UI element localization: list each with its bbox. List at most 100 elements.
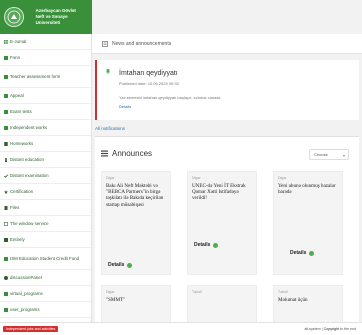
page-topbar: News and announcements <box>92 34 362 54</box>
all-notifications-link[interactable]: All notifications <box>95 126 125 131</box>
announcement-text: UNEC-də Yeni İT Ekstrak Qəmər Xətti Isti… <box>192 183 246 202</box>
document-icon <box>102 40 108 47</box>
announcements-panel: Announces Choose ▾ Digər Bakı Ali Neft M… <box>95 136 359 329</box>
status-dot <box>309 250 315 256</box>
announcement-category: Digər <box>278 176 287 180</box>
list-icon <box>101 150 108 157</box>
check-icon <box>4 174 8 178</box>
sidebar-item-label: Homeworks <box>10 140 34 146</box>
sidebar-item-label: Appeal <box>10 92 24 98</box>
footer-company[interactable]: all-system <box>304 327 320 331</box>
sidebar-item-exam-tests[interactable]: Exam tests <box>0 104 91 120</box>
sidebar-item-certification[interactable]: Certification <box>0 184 91 200</box>
sidebar-item-credit-fund[interactable]: ISM Education Student Credit Fund <box>0 248 91 270</box>
exam-notification-card[interactable]: İmtahan qeydiyyatı Published date: 10.06… <box>95 60 359 120</box>
sidebar-item-label: E-Jurnal <box>10 38 27 44</box>
list-icon <box>4 237 8 242</box>
logo-icon <box>7 10 21 24</box>
sidebar-item-user-programs[interactable]: user_programs <box>0 302 91 318</box>
announcement-category: Təhsil <box>278 290 288 294</box>
footer-copyright: all-system | Copyright to the end <box>304 327 356 331</box>
notification-title: İmtahan qeydiyyatı <box>119 70 178 77</box>
filter-value: Choose <box>314 152 328 157</box>
sidebar-item-discussion-panel[interactable]: discussionPanel <box>0 270 91 286</box>
footer-copyright-tail: to the end <box>340 327 356 331</box>
sidebar-item-label: The window service <box>10 220 49 226</box>
announcement-text: Yeni abunə olunmuş bazalar barədə <box>278 183 336 196</box>
details-button[interactable]: Details <box>290 250 315 256</box>
grid-icon <box>4 39 8 44</box>
sidebar-item-label: Independent works <box>10 124 48 130</box>
app-header: Azərbaycan Dövlət Neft və Sənaye Univers… <box>0 0 92 34</box>
grid-icon <box>4 55 8 60</box>
sidebar-item-label: Distant examination <box>10 172 49 178</box>
sidebar-item-distant-education[interactable]: Distant education <box>0 152 91 168</box>
grid-icon <box>4 93 8 98</box>
grid-icon <box>4 125 8 130</box>
details-button[interactable]: Details <box>108 262 133 268</box>
announcement-category: Digər <box>106 176 115 180</box>
sidebar-item-label: Exam tests <box>10 108 32 114</box>
sidebar-item-teacher-assessment[interactable]: Teacher assessment form <box>0 66 91 88</box>
details-label: Details <box>194 242 211 248</box>
grid-icon <box>4 109 8 114</box>
announcement-text: Bakı Ali Neft Məktəbi və "BEBCA Partners… <box>106 183 164 208</box>
sidebar-item-label: user_programs <box>10 306 40 312</box>
grid-icon <box>4 74 8 79</box>
chevron-down-icon: ▾ <box>342 153 345 158</box>
announcement-text: Məlumat üçün <box>278 297 308 303</box>
book-icon <box>4 141 8 146</box>
sidebar-item-label: Distant education <box>10 156 44 162</box>
grid-icon <box>4 256 8 261</box>
sidebar-item-label: Fənn <box>10 54 21 60</box>
sidebar-item-window-service[interactable]: The window service <box>0 216 91 232</box>
person-icon <box>4 157 8 162</box>
sidebar-item-homeworks[interactable]: Homeworks <box>0 136 91 152</box>
sidebar-item-appeal[interactable]: Appeal <box>0 88 91 104</box>
sidebar-item-label: Certification <box>10 188 34 194</box>
sidebar-item-distant-examination[interactable]: Distant examination <box>0 168 91 184</box>
sidebar: E-Jurnal Fənn Teacher assessment form Ap… <box>0 34 92 335</box>
announcement-card[interactable]: Digər Bakı Ali Neft Məktəbi və "BEBCA Pa… <box>101 171 171 275</box>
bell-icon <box>106 69 110 74</box>
sidebar-item-label: Entirely <box>10 236 25 242</box>
brand-subtitle: Neft və Sənaye Universiteti <box>35 14 68 25</box>
university-logo[interactable] <box>4 7 24 27</box>
footer-notice-badge[interactable]: Independent jobs and activities <box>3 326 59 332</box>
sidebar-item-files[interactable]: Files <box>0 200 91 216</box>
window-icon <box>4 221 8 226</box>
sidebar-item-entirely[interactable]: Entirely <box>0 232 91 248</box>
sidebar-item-virtual-programs[interactable]: virtual_programs <box>0 286 91 302</box>
announcement-card[interactable]: Digər Yeni abunə olunmuş bazalar barədə … <box>273 171 343 275</box>
notification-details-link[interactable]: Details <box>119 104 131 109</box>
announcements-header: Announces <box>101 149 152 158</box>
announcement-card[interactable]: Digər UNEC-də Yeni İT Ekstrak Qəmər Xətt… <box>187 171 257 275</box>
sidebar-item-label: Files <box>10 204 20 210</box>
file-icon <box>4 205 8 210</box>
sidebar-item-e-jurnal[interactable]: E-Jurnal <box>0 34 91 50</box>
chat-icon <box>4 275 8 280</box>
sidebar-item-independent-works[interactable]: Independent works <box>0 120 91 136</box>
sidebar-item-label: ISM Education Student Credit Fund <box>10 255 80 261</box>
details-label: Details <box>108 262 125 268</box>
page-footer: Independent jobs and activities all-syst… <box>0 322 362 335</box>
sidebar-item-fenn[interactable]: Fənn <box>0 50 91 66</box>
details-button[interactable]: Details <box>194 242 219 248</box>
announcement-text: "SMMT" <box>106 297 126 303</box>
main-content: İmtahan qeydiyyatı Published date: 10.06… <box>92 54 362 329</box>
notification-text: Yaz semestri imtahan qeydiyyatı başlayır… <box>119 95 221 100</box>
category-filter-select[interactable]: Choose ▾ <box>309 149 349 160</box>
sidebar-item-label: discussionPanel <box>10 274 42 280</box>
star-icon <box>4 189 8 194</box>
brand-name: Azərbaycan Dövlət Neft və Sənaye Univers… <box>36 8 92 26</box>
announcement-category: Digər <box>106 290 115 294</box>
announcement-category: Təhsil <box>192 290 202 294</box>
announcement-category: Digər <box>192 176 201 180</box>
sidebar-item-label: Teacher assessment form <box>10 73 61 79</box>
page-title: News and announcements <box>112 40 172 47</box>
notification-date: Published date: 10.06.2025 09:30 <box>119 81 179 86</box>
status-dot <box>213 242 219 248</box>
footer-copyright-label: Copyright <box>323 327 339 331</box>
status-dot <box>127 262 133 268</box>
grid-icon <box>4 291 8 296</box>
